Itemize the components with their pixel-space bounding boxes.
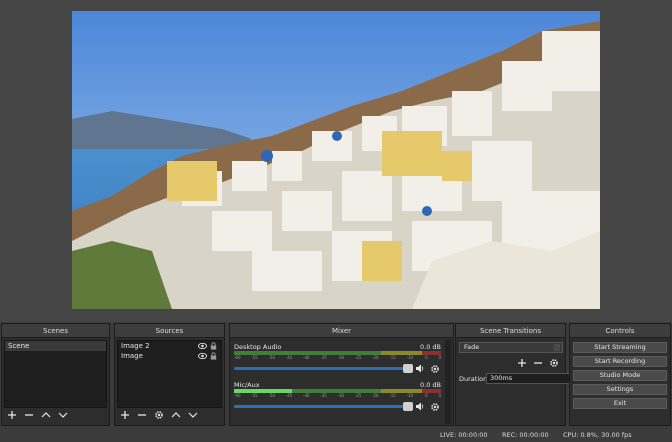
sources-toolbar — [119, 408, 198, 422]
meter-tick-label: 0 — [438, 393, 441, 398]
exit-button[interactable]: Exit — [573, 398, 667, 409]
status-bar: LIVE: 00:00:00 REC: 00:00:00 CPU: 0.8%, … — [0, 428, 672, 442]
meter-tick-label: -25 — [354, 393, 362, 398]
settings-button[interactable]: Settings — [573, 384, 667, 395]
mixer-dock: Mixer Desktop Audio 0.0 dB -60 -55 -50 -45-… — [229, 323, 454, 426]
meter-tick-label: -15 — [389, 393, 396, 398]
meter-tick-label: -40 — [303, 393, 310, 398]
meter-tick-label: -25 — [354, 355, 362, 360]
track-db: 0.0 dB — [420, 343, 441, 351]
move-down-icon[interactable] — [187, 410, 198, 421]
scenes-list[interactable]: Scene — [4, 340, 107, 408]
meter-tick-label: -40 — [303, 355, 310, 360]
transitions-title: Scene Transitions — [456, 324, 565, 338]
speaker-icon[interactable] — [415, 402, 425, 411]
scenes-dock: Scenes Scene — [1, 323, 110, 426]
audio-track-desktop: Desktop Audio 0.0 dB -60 -55 -50 -45 -40 -35-… — [234, 343, 441, 381]
volume-slider[interactable] — [234, 364, 441, 374]
meter-tick-label: -30 — [337, 355, 345, 360]
meter-tick-label: -10 — [406, 393, 414, 398]
meter-tick-label: -10 — [406, 355, 414, 360]
start-streaming-button[interactable]: Start Streaming — [573, 342, 667, 353]
start-recording-button[interactable]: Start Recording — [573, 356, 667, 367]
scene-item[interactable]: Scene — [5, 341, 106, 351]
sources-title: Sources — [115, 324, 224, 338]
duration-label: Duration — [459, 375, 488, 383]
gear-icon[interactable] — [430, 364, 440, 374]
lock-icon[interactable] — [209, 352, 218, 360]
add-transition-icon[interactable] — [517, 358, 527, 368]
transition-select[interactable]: Fade — [459, 342, 563, 353]
live-timer: LIVE: 00:00:00 — [440, 431, 488, 439]
meter-tick-label: -35 — [320, 355, 327, 360]
controls-dock: Controls Start Streaming Start Recording… — [569, 323, 671, 426]
meter-tick-label: 0 — [438, 355, 441, 360]
meter-tick-label: -50 — [268, 393, 276, 398]
meter-tick-label: -45 — [285, 355, 293, 360]
meter-tick-label: -20 — [372, 355, 379, 360]
mixer-scrollbar[interactable] — [445, 340, 451, 424]
transition-toolbar — [517, 358, 559, 368]
sources-list[interactable]: Image 2 Image — [117, 340, 222, 408]
meter-tick-label: -55 — [251, 393, 258, 398]
duration-input[interactable]: 300ms — [486, 373, 582, 384]
scenes-toolbar — [6, 408, 68, 422]
track-db: 0.0 dB — [420, 381, 441, 389]
add-scene-icon[interactable] — [6, 410, 17, 421]
source-item-label: Image — [121, 352, 143, 360]
move-down-icon[interactable] — [57, 410, 68, 421]
meter-tick-label: -5 — [423, 355, 428, 360]
chevron-down-icon — [554, 344, 560, 351]
track-name: Mic/Aux — [234, 381, 260, 389]
mixer-title: Mixer — [230, 324, 453, 338]
preview-canvas[interactable] — [72, 11, 600, 309]
duration-value: 300ms — [490, 374, 513, 382]
track-name: Desktop Audio — [234, 343, 282, 351]
preview-image — [72, 11, 600, 309]
move-up-icon[interactable] — [170, 410, 181, 421]
meter-tick-label: -60 — [234, 393, 241, 398]
remove-transition-icon[interactable] — [533, 358, 543, 368]
source-item-label: Image 2 — [121, 342, 150, 350]
slider-thumb[interactable] — [403, 402, 413, 411]
audio-track-mic: Mic/Aux 0.0 dB -60 -55 -50 -45 -40 -35 -30 -25-… — [234, 381, 441, 419]
studio-mode-button[interactable]: Studio Mode — [573, 370, 667, 381]
transitions-dock: Scene Transitions Fade Duration 300ms — [455, 323, 582, 426]
transition-select-value: Fade — [464, 343, 480, 351]
source-properties-gear-icon[interactable] — [153, 410, 164, 421]
meter-tick-label: -55 — [251, 355, 258, 360]
meter-tick-label: -5 — [423, 393, 428, 398]
remove-scene-icon[interactable] — [23, 410, 34, 421]
gear-icon[interactable] — [430, 402, 440, 412]
eye-icon[interactable] — [198, 352, 207, 360]
source-item[interactable]: Image 2 — [118, 341, 221, 351]
transition-gear-icon[interactable] — [549, 358, 559, 368]
source-item[interactable]: Image — [118, 351, 221, 361]
meter-tick-label: -15 — [389, 355, 396, 360]
cpu-fps: CPU: 0.8%, 30.00 fps — [563, 431, 632, 439]
meter-tick-label: -30 — [337, 393, 345, 398]
slider-thumb[interactable] — [403, 364, 413, 373]
eye-icon[interactable] — [198, 342, 207, 350]
move-up-icon[interactable] — [40, 410, 51, 421]
remove-source-icon[interactable] — [136, 410, 147, 421]
meter-tick-label: -50 — [268, 355, 276, 360]
add-source-icon[interactable] — [119, 410, 130, 421]
controls-title: Controls — [570, 324, 670, 338]
meter-ticks: -60 -55 -50 -45 -40 -35 -30 -25 -20 -15 -10 -5 0 — [234, 393, 441, 399]
meter-tick-label: -35 — [320, 393, 327, 398]
scenes-title: Scenes — [2, 324, 109, 338]
meter-tick-label: -45 — [285, 393, 293, 398]
rec-timer: REC: 00:00:00 — [502, 431, 549, 439]
meter-tick-label: -60 — [234, 355, 241, 360]
preview-area — [0, 0, 672, 322]
volume-slider[interactable] — [234, 402, 441, 412]
sources-dock: Sources Image 2 Image — [114, 323, 225, 426]
lock-icon[interactable] — [209, 342, 218, 350]
meter-tick-label: -20 — [372, 393, 379, 398]
meter-ticks: -60 -55 -50 -45 -40 -35 -30 -25 -20 -15 -10 -5 0 — [234, 355, 441, 361]
speaker-icon[interactable] — [415, 364, 425, 373]
